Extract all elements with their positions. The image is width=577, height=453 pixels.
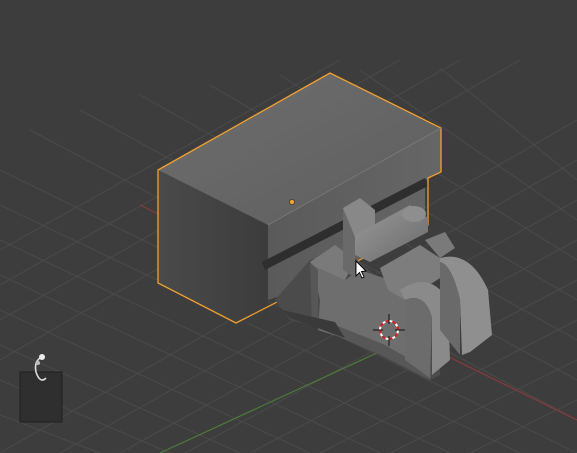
viewport-canvas[interactable] [0,0,577,453]
3d-viewport[interactable] [0,0,577,453]
object-origin-icon [289,199,295,205]
camera-widget-icon[interactable] [19,354,63,423]
